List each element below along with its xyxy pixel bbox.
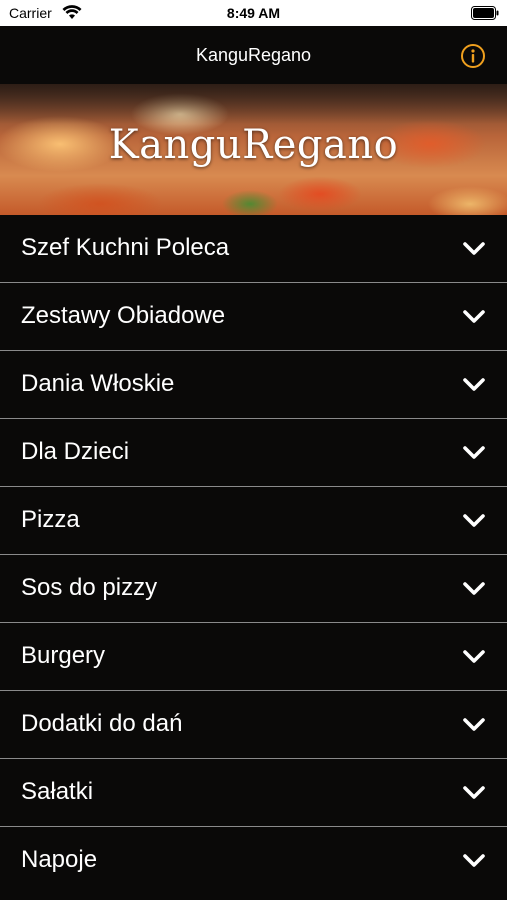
menu-category-dla-dzieci[interactable]: Dla Dzieci bbox=[0, 419, 507, 487]
battery-icon bbox=[471, 6, 499, 20]
menu-category-label: Dla Dzieci bbox=[21, 438, 130, 465]
chevron-down-icon[interactable] bbox=[462, 511, 486, 531]
menu-category-label: Burgery bbox=[21, 642, 106, 669]
menu-category-label: Dodatki do dań bbox=[21, 710, 183, 737]
menu-category-label: Sałatki bbox=[21, 778, 94, 805]
menu-category-sos-do-pizzy[interactable]: Sos do pizzy bbox=[0, 555, 507, 623]
chevron-down-icon[interactable] bbox=[462, 375, 486, 395]
chevron-down-icon[interactable] bbox=[462, 443, 486, 463]
menu-category-label: Dania Włoskie bbox=[21, 370, 175, 397]
menu-category-szef-kuchni-poleca[interactable]: Szef Kuchni Poleca bbox=[0, 215, 507, 283]
menu-category-label: Sos do pizzy bbox=[21, 574, 158, 601]
chevron-down-icon[interactable] bbox=[462, 851, 486, 871]
menu-category-label: Zestawy Obiadowe bbox=[21, 302, 226, 329]
menu-category-label: Szef Kuchni Poleca bbox=[21, 234, 230, 261]
chevron-down-icon[interactable] bbox=[462, 647, 486, 667]
menu-category-burgery[interactable]: Burgery bbox=[0, 623, 507, 691]
menu-category-dania-wloskie[interactable]: Dania Włoskie bbox=[0, 351, 507, 419]
restaurant-logo: KanguRegano bbox=[108, 122, 399, 168]
hero-banner: KanguRegano bbox=[0, 84, 507, 215]
status-bar: Carrier 8:49 AM bbox=[0, 0, 507, 26]
chevron-down-icon[interactable] bbox=[462, 307, 486, 327]
menu-category-label: Pizza bbox=[21, 506, 80, 533]
menu-category-dodatki-do-dan[interactable]: Dodatki do dań bbox=[0, 691, 507, 759]
chevron-down-icon[interactable] bbox=[462, 239, 486, 259]
status-time: 8:49 AM bbox=[226, 5, 281, 21]
info-icon[interactable] bbox=[460, 43, 486, 69]
menu-category-list: Szef Kuchni Poleca Zestawy Obiadowe Dani… bbox=[0, 215, 507, 895]
chevron-down-icon[interactable] bbox=[462, 783, 486, 803]
navigation-bar: KanguRegano bbox=[0, 26, 507, 84]
menu-category-zestawy-obiadowe[interactable]: Zestawy Obiadowe bbox=[0, 283, 507, 351]
menu-category-pizza[interactable]: Pizza bbox=[0, 487, 507, 555]
chevron-down-icon[interactable] bbox=[462, 579, 486, 599]
menu-category-label: Napoje bbox=[21, 846, 98, 873]
chevron-down-icon[interactable] bbox=[462, 715, 486, 735]
menu-category-salatki[interactable]: Sałatki bbox=[0, 759, 507, 827]
hero-shade bbox=[0, 84, 507, 124]
nav-title: KanguRegano bbox=[195, 45, 312, 65]
menu-category-napoje[interactable]: Napoje bbox=[0, 827, 507, 895]
